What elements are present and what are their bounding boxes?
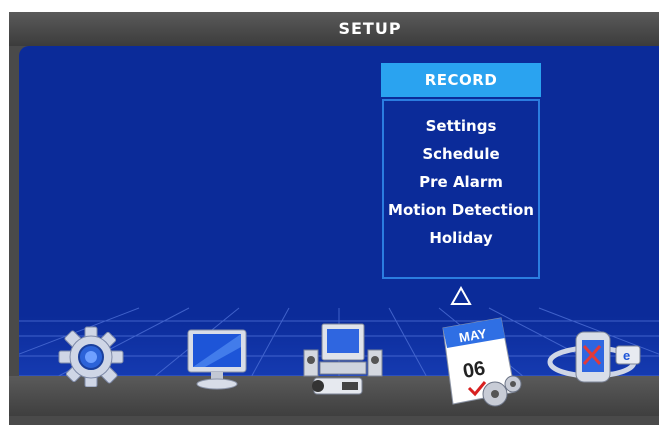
menu-item-motion-detection[interactable]: Motion Detection bbox=[384, 197, 538, 223]
monitor-icon[interactable] bbox=[185, 327, 251, 391]
up-arrow-icon bbox=[450, 286, 472, 305]
menu-item-pre-alarm[interactable]: Pre Alarm bbox=[384, 169, 538, 195]
window-title: SETUP bbox=[338, 19, 402, 38]
record-menu-header[interactable]: RECORD bbox=[381, 63, 541, 97]
network-icon[interactable]: e bbox=[546, 326, 646, 390]
menu-item-holiday[interactable]: Holiday bbox=[384, 225, 538, 251]
network-badge: e bbox=[623, 348, 630, 363]
calendar-icon[interactable]: MAY 06 bbox=[437, 314, 529, 410]
menu-item-settings[interactable]: Settings bbox=[384, 113, 538, 139]
menu-item-schedule[interactable]: Schedule bbox=[384, 141, 538, 167]
title-bar: SETUP bbox=[9, 12, 659, 46]
record-menu-list: Settings Schedule Pre Alarm Motion Detec… bbox=[382, 99, 540, 279]
computer-camera-icon[interactable] bbox=[302, 320, 384, 402]
calendar-day: 06 bbox=[461, 357, 487, 383]
gear-icon[interactable] bbox=[55, 325, 127, 387]
